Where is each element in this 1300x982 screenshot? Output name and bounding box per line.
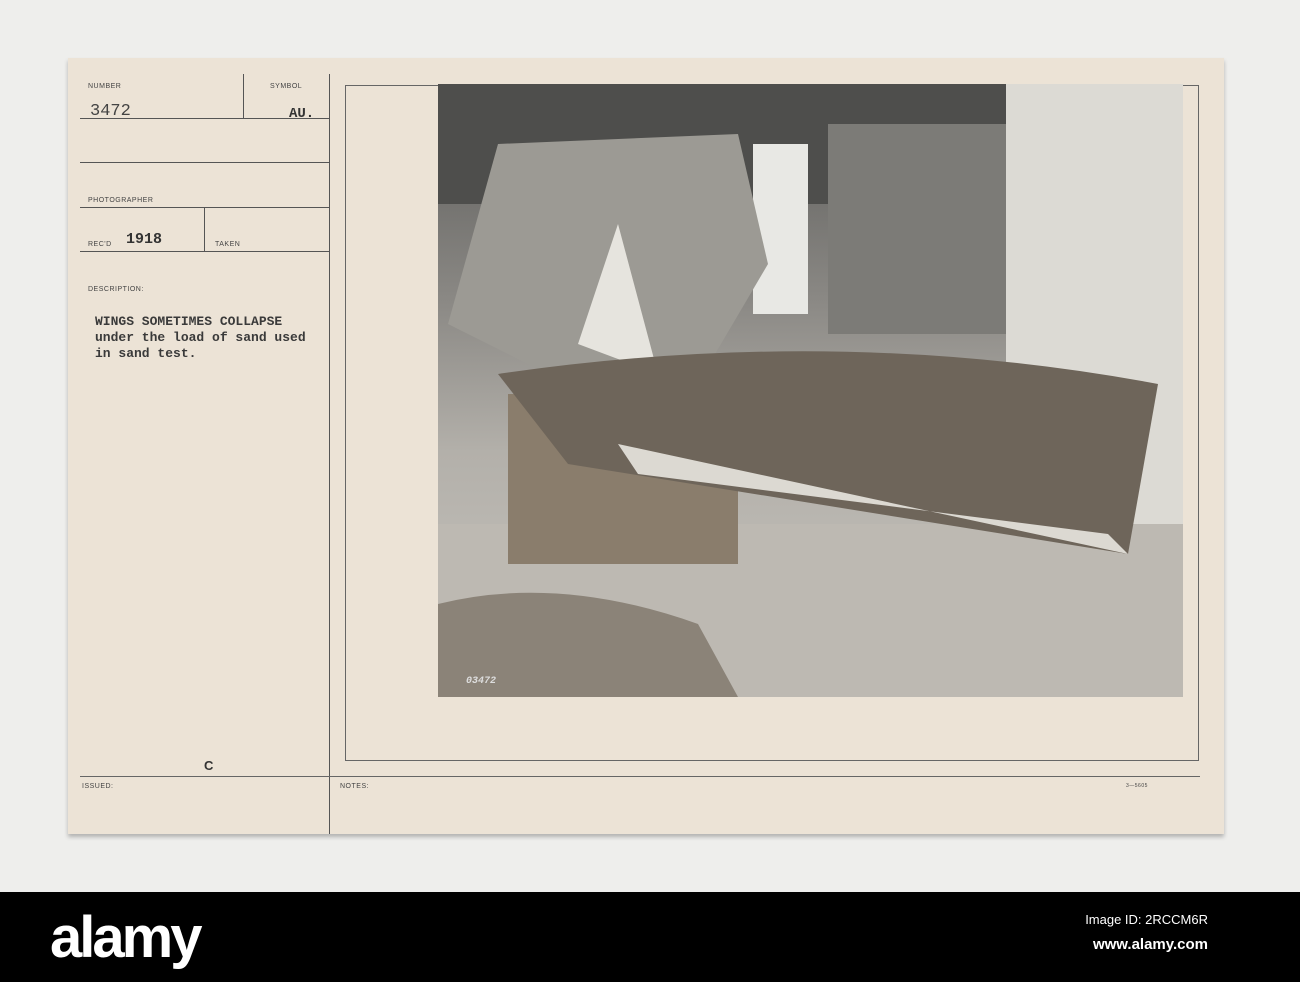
- symbol-label: SYMBOL: [270, 83, 303, 90]
- divider: [80, 776, 1200, 777]
- site-url[interactable]: www.alamy.com: [1093, 936, 1208, 953]
- divider: [204, 207, 205, 251]
- divider: [80, 251, 330, 252]
- photographer-label: PHOTOGRAPHER: [88, 197, 154, 204]
- divider: [243, 74, 244, 118]
- taken-label: TAKEN: [215, 241, 241, 248]
- footer-bar: alamy Image ID: 2RCCM6R www.alamy.com: [0, 892, 1300, 982]
- description-label: DESCRIPTION:: [88, 286, 144, 293]
- photo-number: 03472: [466, 676, 497, 687]
- recd-label: REC'D: [88, 241, 112, 248]
- photograph: 03472: [438, 84, 1183, 697]
- form-code: 3—5605: [1126, 783, 1148, 789]
- issued-label: ISSUED:: [82, 783, 114, 790]
- divider: [80, 162, 330, 163]
- symbol-value: AU.: [289, 106, 315, 122]
- number-label: NUMBER: [88, 83, 122, 90]
- archive-card: NUMBER 3472 SYMBOL AU. PHOTOGRAPHER REC'…: [68, 58, 1224, 834]
- description-text: WINGS SOMETIMES COLLAPSE under the load …: [95, 314, 306, 362]
- recd-value: 1918: [126, 231, 163, 248]
- divider: [80, 118, 330, 119]
- alamy-logo[interactable]: alamy: [50, 904, 202, 971]
- notes-label: NOTES:: [340, 783, 370, 790]
- mark-c: C: [204, 758, 214, 773]
- description-line: WINGS SOMETIMES COLLAPSE: [95, 314, 283, 329]
- description-line: under the load of sand used: [95, 330, 306, 345]
- image-id: Image ID: 2RCCM6R: [1085, 912, 1208, 927]
- photo-scene: [438, 84, 1183, 697]
- description-line: in sand test.: [95, 346, 197, 361]
- divider: [80, 207, 330, 208]
- column-divider: [329, 74, 330, 834]
